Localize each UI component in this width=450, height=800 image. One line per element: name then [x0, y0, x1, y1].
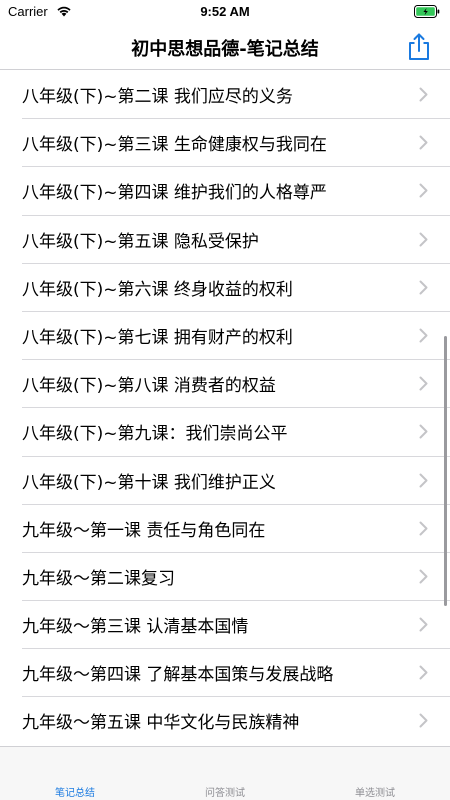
list-item-label: 八年级(下)~第三课 生命健康权与我同在: [22, 135, 327, 156]
share-icon[interactable]: [406, 32, 432, 62]
list-item[interactable]: 九年级～第三课 认清基本国情: [22, 601, 450, 650]
scroll-indicator[interactable]: [444, 336, 447, 606]
chevron-right-icon: [419, 135, 428, 150]
list-item[interactable]: 八年级(下)~第十课 我们维护正义: [22, 457, 450, 505]
list-item-label: 八年级(下)~第十课 我们维护正义: [22, 472, 276, 493]
status-time: 9:52 AM: [200, 4, 250, 19]
list-item[interactable]: 九年级～第四课 了解基本国策与发展战略: [22, 649, 450, 698]
list-item[interactable]: 八年级(下)~第八课 消费者的权益: [22, 360, 450, 409]
chevron-right-icon: [419, 280, 428, 295]
chevron-right-icon: [419, 617, 428, 632]
chevron-right-icon: [419, 521, 428, 536]
chevron-right-icon: [419, 473, 428, 487]
navigation-bar: 初中思想品德-笔记总结: [0, 24, 450, 70]
list-item[interactable]: 八年级(下)~第六课 终身收益的权利: [22, 264, 450, 312]
list-item-label: 八年级(下)~第八课 消费者的权益: [22, 376, 276, 397]
list-item-label: 九年级～第三课 认清基本国情: [22, 617, 249, 638]
list-item-label: 九年级～第四课 了解基本国策与发展战略: [22, 665, 334, 686]
chevron-right-icon: [419, 713, 428, 728]
list-item[interactable]: 九年级～第二课复习: [22, 553, 450, 602]
chevron-right-icon: [419, 424, 428, 439]
status-bar: Carrier 9:52 AM: [0, 0, 450, 24]
tab-1[interactable]: 笔记总结: [0, 747, 150, 800]
list-item-label: 八年级(下)~第五课 隐私受保护: [22, 231, 259, 252]
list-item-label: 九年级～第五课 中华文化与民族精神: [22, 713, 300, 734]
chevron-right-icon: [419, 328, 428, 343]
chevron-right-icon: [419, 569, 428, 584]
battery-icon: [414, 5, 440, 18]
lesson-list[interactable]: 八年级(下)~第二课 我们应尽的义务八年级(下)~第三课 生命健康权与我同在 八年…: [0, 71, 450, 745]
tab-label: 单选测试: [355, 788, 395, 799]
list-item[interactable]: 九年级～第五课 中华文化与民族精神: [22, 697, 450, 745]
tab-2[interactable]: 问答测试: [150, 747, 300, 800]
page-title: 初中思想品德-笔记总结: [131, 39, 319, 60]
chevron-right-icon: [419, 232, 428, 247]
list-item-label: 八年级(下)~第七课 拥有财产的权利: [22, 327, 293, 348]
list-item[interactable]: 八年级(下)~第三课 生命健康权与我同在: [22, 119, 450, 168]
list-item-label: 八年级(下)~第六课 终身收益的权利: [22, 279, 293, 300]
list-item[interactable]: 八年级(下)~第七课 拥有财产的权利: [22, 312, 450, 361]
tab-label: 笔记总结: [55, 788, 95, 799]
chevron-right-icon: [419, 376, 428, 391]
list-item-label: 八年级(下)~第四课 维护我们的人格尊严: [22, 183, 327, 204]
list-item[interactable]: 九年级～第一课 责任与角色同在: [22, 505, 450, 553]
chevron-right-icon: [419, 87, 428, 102]
chevron-right-icon: [419, 183, 428, 198]
tab-bar: 笔记总结 问答测试 单选测试: [0, 746, 450, 800]
tab-3[interactable]: 单选测试: [300, 747, 450, 800]
tab-label: 问答测试: [205, 788, 245, 799]
list-item[interactable]: 八年级(下)~第九课：我们崇尚公平: [22, 408, 450, 457]
list-item-label: 九年级～第一课 责任与角色同在: [22, 520, 266, 541]
list-item-label: 八年级(下)~第九课：我们崇尚公平: [22, 424, 288, 445]
list-item-label: 八年级(下)~第二课 我们应尽的义务: [22, 87, 293, 107]
list-item[interactable]: 八年级(下)~第二课 我们应尽的义务: [22, 71, 450, 120]
list-item[interactable]: 八年级(下)~第五课 隐私受保护: [22, 216, 450, 264]
list-item-label: 九年级～第二课复习: [22, 568, 175, 589]
list-item[interactable]: 八年级(下)~第四课 维护我们的人格尊严: [22, 167, 450, 216]
chevron-right-icon: [419, 665, 428, 680]
